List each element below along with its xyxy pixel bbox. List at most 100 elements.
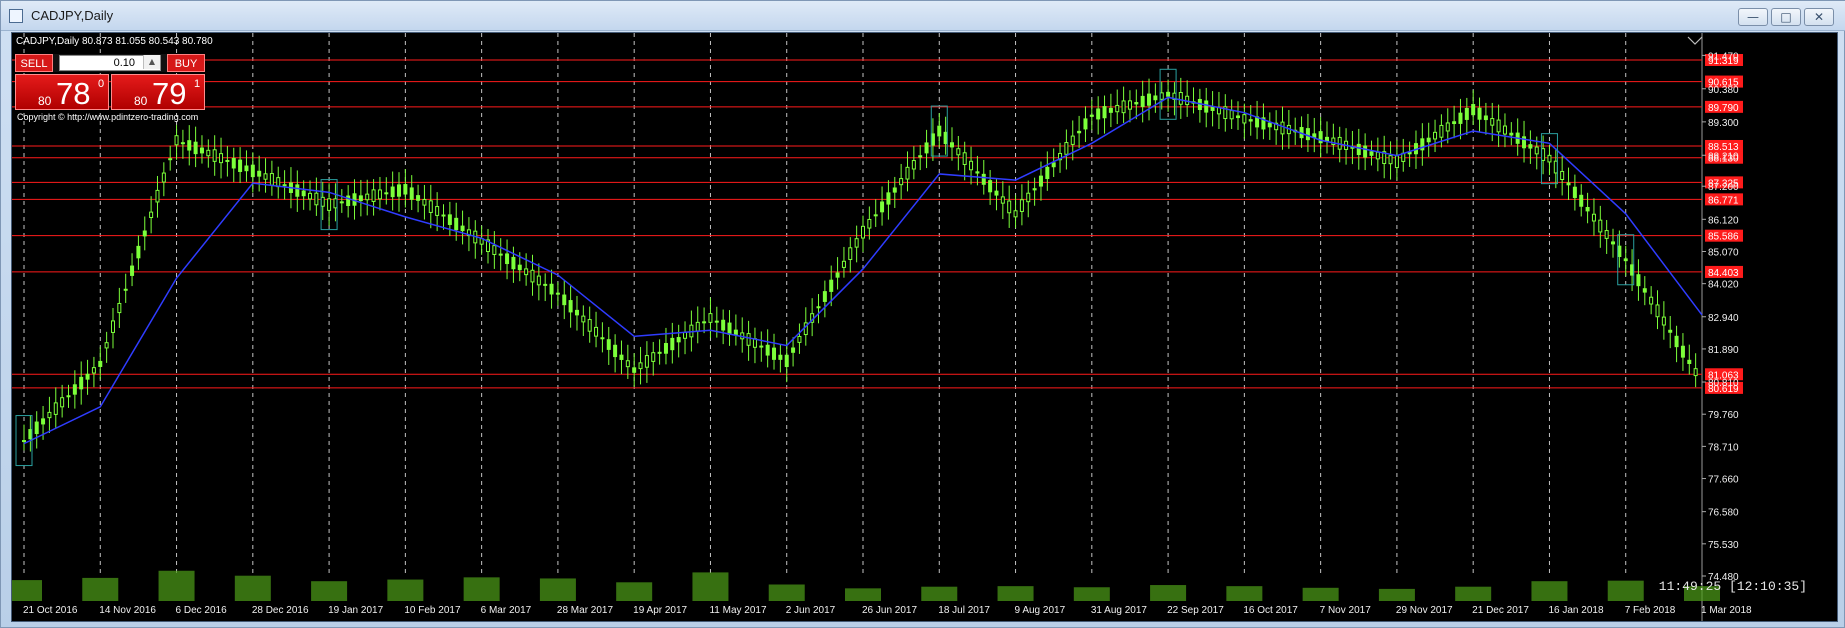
buy-price-main: 79: [152, 76, 187, 111]
price-chart[interactable]: 91.31990.61589.79088.51388.13087.32586.7…: [12, 33, 1838, 622]
candle-body: [727, 322, 732, 335]
close-button[interactable]: ✕: [1804, 8, 1834, 26]
candle-body: [250, 164, 255, 178]
x-tick-label: 1 Mar 2018: [1701, 605, 1752, 616]
y-tick-label: 89.300: [1708, 118, 1739, 129]
sell-button[interactable]: SELL: [15, 54, 53, 72]
candle-body: [28, 429, 33, 440]
candle-body: [1680, 345, 1685, 358]
candle-body: [1166, 91, 1171, 97]
price-level-label: 89.790: [1708, 103, 1739, 114]
candle-body: [1566, 182, 1571, 186]
candle-body: [104, 342, 109, 349]
candle-body: [187, 140, 192, 151]
candle-body: [1242, 114, 1247, 124]
candle-body: [1464, 107, 1469, 120]
x-tick-label: 11 May 2017: [709, 605, 767, 616]
x-tick-label: 21 Dec 2017: [1472, 605, 1529, 616]
minimize-button[interactable]: —: [1738, 8, 1768, 26]
buy-price-pipette: 1: [194, 78, 201, 90]
candle-body: [969, 160, 974, 171]
y-tick-label: 84.020: [1708, 280, 1739, 291]
volume-bar: [1302, 587, 1339, 601]
chart-area[interactable]: 91.319 90.615 89.790 88.513 88.130 87.325 86.7…: [11, 32, 1838, 622]
y-tick-label: 77.660: [1708, 475, 1739, 486]
volume-bar: [921, 586, 958, 601]
candle-body: [854, 238, 859, 248]
price-level-label: 84.403: [1708, 268, 1739, 279]
volume-bar: [768, 584, 805, 601]
candle-body: [333, 198, 338, 209]
candle-body: [276, 177, 281, 188]
buy-price-box[interactable]: 80 79 1: [111, 74, 205, 110]
volume-bar: [12, 580, 42, 601]
volume-bar: [158, 570, 195, 601]
sell-price-box[interactable]: 80 78 0: [15, 74, 109, 110]
candle-body: [155, 189, 160, 203]
candle-body: [1553, 160, 1558, 174]
x-tick-label: 9 Aug 2017: [1015, 605, 1066, 616]
volume-bar: [82, 577, 119, 601]
candle-body: [1096, 108, 1101, 120]
x-tick-label: 16 Oct 2017: [1243, 605, 1298, 616]
candle-body: [918, 155, 923, 158]
candle-body: [1134, 102, 1139, 105]
candle-body: [339, 201, 344, 204]
price-level-label: 85.586: [1708, 232, 1739, 243]
candle-body: [829, 279, 834, 292]
candle-body: [663, 343, 668, 354]
candle-body: [206, 149, 211, 157]
candle-body: [949, 142, 954, 148]
candle-body: [390, 186, 395, 198]
candle-body: [524, 268, 529, 276]
candle-body: [441, 214, 446, 217]
maximize-button[interactable]: □: [1771, 8, 1801, 26]
candle-body: [1604, 230, 1609, 239]
candle-body: [1147, 93, 1152, 106]
candle-body: [1210, 106, 1215, 111]
candle-body: [1630, 264, 1635, 276]
candle-body: [892, 187, 897, 193]
candle-body: [880, 201, 885, 213]
x-tick-label: 6 Dec 2016: [176, 605, 228, 616]
candle-body: [530, 269, 535, 283]
y-tick-label: 81.890: [1708, 345, 1739, 356]
y-tick-label: 75.530: [1708, 540, 1739, 551]
candle-body: [746, 333, 751, 346]
candle-body: [1394, 155, 1399, 169]
candle-body: [257, 170, 262, 177]
candle-body: [1496, 119, 1501, 133]
lot-increase-icon[interactable]: ▲: [143, 55, 160, 69]
candle-body: [816, 306, 821, 309]
x-tick-label: 2 Jun 2017: [786, 605, 836, 616]
buy-button[interactable]: BUY: [167, 54, 205, 72]
y-tick-label: 91.470: [1708, 51, 1739, 62]
volume-bar: [1455, 586, 1492, 601]
candle-body: [1051, 162, 1056, 168]
volume-bar: [234, 575, 271, 601]
x-axis-labels: 21 Oct 2016 14 Nov 2016 6 Dec 2016 28 Dec 2…: [23, 605, 1752, 616]
candle-body: [632, 367, 637, 373]
candle-body: [1445, 122, 1450, 132]
x-tick-label: 21 Oct 2016: [23, 605, 78, 616]
candle-body: [981, 173, 986, 185]
candle-body: [1356, 143, 1361, 156]
candle-body: [581, 315, 586, 323]
candle-body: [225, 159, 230, 162]
chart-clock: 11:49:25 [12:10:35]: [1658, 579, 1807, 594]
candle-body: [1026, 192, 1031, 203]
candle-body: [511, 256, 516, 270]
candle-body: [454, 217, 459, 231]
candle-body: [1236, 115, 1241, 119]
candle-body: [358, 195, 363, 202]
candle-body: [613, 344, 618, 358]
candle-body: [22, 440, 26, 443]
candle-body: [263, 173, 268, 180]
candle-body: [110, 320, 115, 333]
candle-body: [416, 195, 421, 201]
candle-body: [1560, 170, 1565, 181]
candle-body: [797, 335, 802, 343]
candle-body: [136, 245, 141, 259]
candle-body: [841, 260, 846, 268]
candle-body: [1617, 245, 1622, 258]
